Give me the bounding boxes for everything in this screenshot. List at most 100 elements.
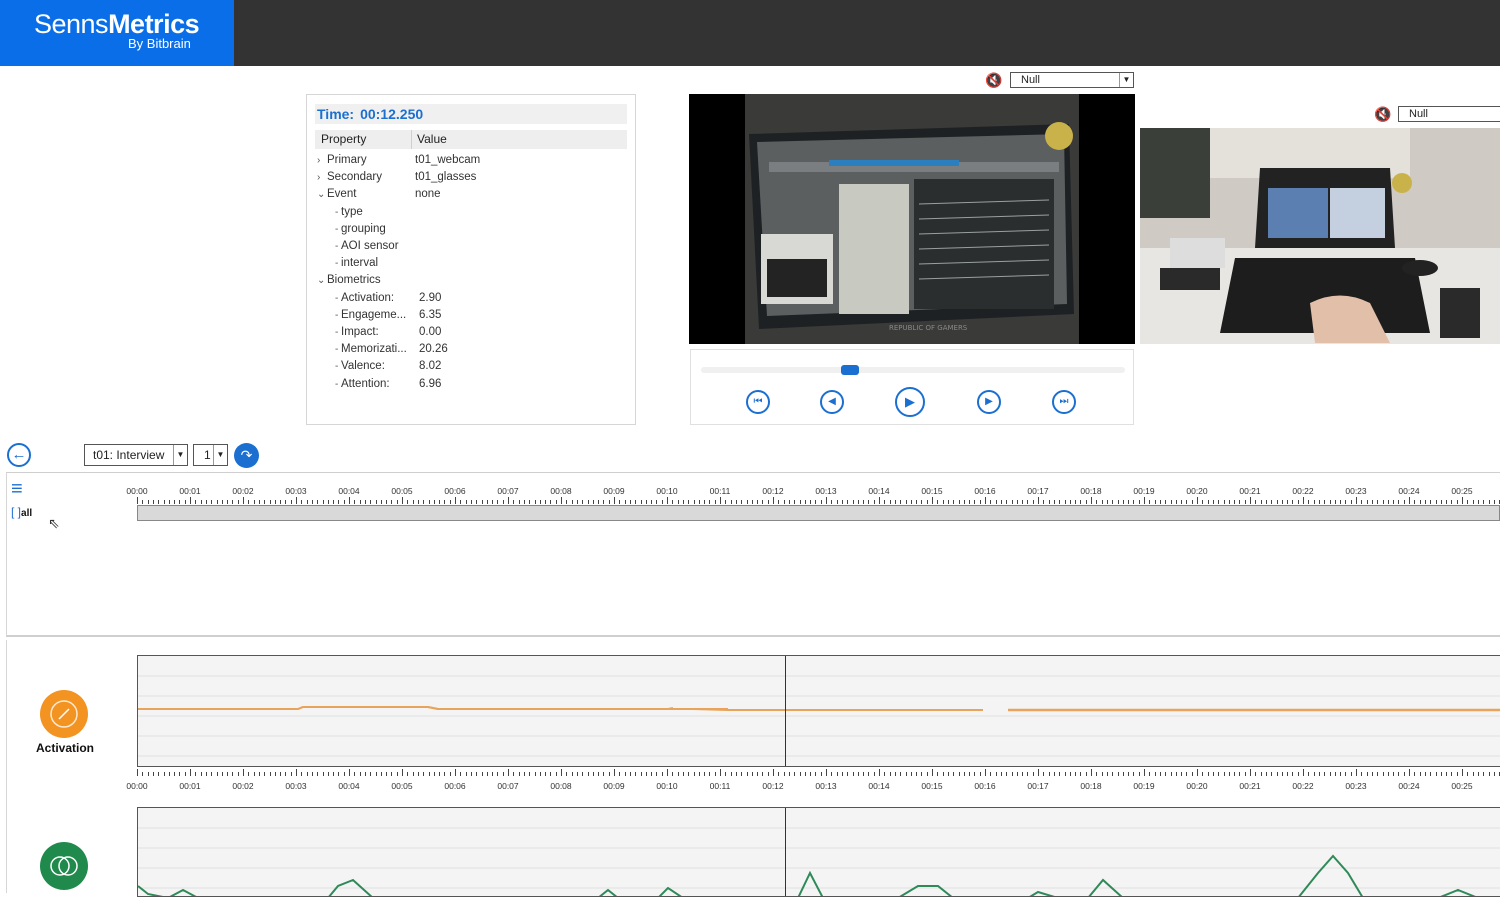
metrics-tick	[1149, 772, 1151, 776]
metrics-tick	[327, 772, 329, 776]
metrics-tick	[200, 772, 202, 776]
metrics-tick	[253, 772, 255, 776]
primary-source-select[interactable]: Null ▼	[1010, 72, 1134, 88]
metrics-tick-label: 00:25	[1451, 781, 1473, 791]
mute-icon[interactable]: 🔇	[985, 72, 1002, 89]
metrics-tick	[492, 772, 494, 776]
timeline-tick	[317, 500, 319, 504]
timeline-tick	[518, 500, 520, 504]
metrics-tick	[1419, 772, 1421, 776]
metrics-tick	[1175, 772, 1177, 776]
chevron-right-icon[interactable]: ›	[317, 169, 320, 186]
metrics-tick-label: 00:10	[656, 781, 678, 791]
timeline-tick	[735, 500, 737, 504]
timeline-tick	[1329, 500, 1331, 504]
metrics-tick	[417, 772, 419, 776]
metrics-tick	[1122, 772, 1124, 776]
number-select[interactable]: 1 ▼	[193, 444, 228, 466]
seek-thumb[interactable]	[840, 365, 859, 375]
metrics-tick	[735, 772, 737, 776]
all-label: all	[21, 508, 33, 519]
chevron-down-icon: ▼	[173, 445, 187, 465]
metrics-tick	[380, 772, 382, 776]
timeline-tick	[1440, 500, 1442, 504]
timeline-tick	[497, 500, 499, 504]
timeline-tick	[1297, 500, 1299, 504]
metrics-tick	[1202, 772, 1204, 776]
property-row[interactable]: › Primary t01_webcam	[315, 152, 627, 169]
metrics-tick	[1318, 772, 1320, 776]
back-arrow-icon[interactable]: ←	[7, 443, 31, 467]
secondary-video[interactable]	[1140, 128, 1500, 344]
play-icon[interactable]: ▶	[895, 387, 925, 417]
all-tracks-toggle[interactable]: [ ]all	[11, 505, 32, 519]
metrics-tick	[1234, 772, 1236, 776]
metrics-tick	[985, 769, 986, 776]
mute-icon-secondary[interactable]: 🔇	[1374, 106, 1391, 123]
seek-track[interactable]	[701, 367, 1125, 373]
metrics-tick	[979, 772, 981, 776]
primary-video[interactable]: REPUBLIC OF GAMERS	[689, 94, 1135, 344]
property-row[interactable]: › Secondary t01_glasses	[315, 169, 627, 186]
timeline-tick	[1191, 500, 1193, 504]
timeline-tick	[1334, 500, 1336, 504]
timeline-track-all[interactable]	[137, 505, 1500, 521]
metrics-tick-label: 00:14	[868, 781, 890, 791]
metrics-tick	[1361, 772, 1363, 776]
skip-end-icon[interactable]: ⏭	[1052, 390, 1076, 414]
go-forward-icon[interactable]: ↷	[234, 443, 259, 468]
timeline-tick-label: 00:25	[1451, 486, 1473, 496]
step-forward-icon[interactable]: ▶	[977, 390, 1001, 414]
chevron-down-icon[interactable]: ⌄	[317, 186, 325, 203]
timeline-tick-label: 00:07	[497, 486, 519, 496]
timeline-tick	[1472, 500, 1474, 504]
tree-branch-icon: -	[335, 223, 339, 235]
mouse-cursor-icon: ⇖	[48, 515, 60, 531]
metrics-tick	[767, 772, 769, 776]
brand-name-light: Senns	[34, 9, 109, 39]
metrics-tick	[508, 769, 509, 776]
metrics-tick	[1477, 772, 1479, 776]
step-back-icon[interactable]: ◀	[820, 390, 844, 414]
timeline-tick	[942, 500, 944, 504]
metrics-tick	[677, 772, 679, 776]
timeline-tick	[200, 500, 202, 504]
metrics-tick	[1101, 772, 1103, 776]
timeline-tick-label: 00:00	[126, 486, 148, 496]
chevron-down-icon[interactable]: ⌄	[317, 272, 325, 289]
chevron-right-icon[interactable]: ›	[317, 152, 320, 169]
timeline-tick	[1159, 500, 1161, 504]
property-row[interactable]: ⌄ Biometrics	[315, 272, 627, 289]
secondary-source-select[interactable]: Null	[1398, 106, 1500, 122]
activation-playhead[interactable]	[785, 656, 786, 766]
property-key: Secondary	[327, 171, 382, 184]
timeline-tick-label: 00:03	[285, 486, 307, 496]
metrics-tick	[486, 772, 488, 776]
metrics-tick	[1313, 772, 1315, 776]
timeline-tick	[1080, 500, 1082, 504]
timeline-tick	[894, 500, 896, 504]
property-row[interactable]: ⌄ Event none	[315, 186, 627, 203]
second-metric-playhead[interactable]	[785, 808, 786, 896]
timeline-tick	[576, 500, 578, 504]
timeline-tick	[1027, 500, 1029, 504]
metrics-tick	[205, 772, 207, 776]
list-icon[interactable]: ≡	[11, 479, 31, 500]
timeline-tick	[290, 500, 292, 504]
timeline-tick	[1446, 500, 1448, 504]
metrics-tick	[900, 772, 902, 776]
property-row: - interval	[315, 255, 627, 272]
metrics-tick-label: 00:03	[285, 781, 307, 791]
timeline-tick	[417, 500, 419, 504]
metrics-tick-label: 00:06	[444, 781, 466, 791]
skip-start-icon[interactable]: ⏮	[746, 390, 770, 414]
metrics-tick	[645, 772, 647, 776]
session-select[interactable]: t01: Interview ▼	[84, 444, 188, 466]
timeline-tick	[232, 500, 234, 504]
second-metric-plot[interactable]	[137, 807, 1500, 897]
metrics-tick-label: 00:21	[1239, 781, 1261, 791]
metrics-tick-label: 00:13	[815, 781, 837, 791]
activation-plot[interactable]	[137, 655, 1500, 767]
timeline-tick	[258, 500, 260, 504]
property-value: 6.35	[419, 308, 442, 321]
